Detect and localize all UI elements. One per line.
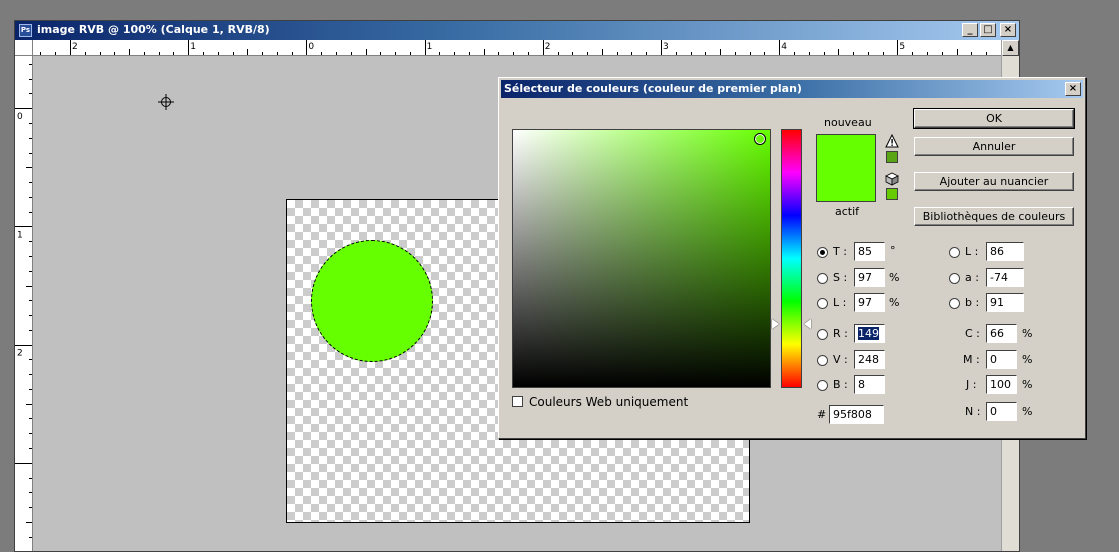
saturation-unit: %: [889, 271, 900, 284]
saturation-label: S :: [833, 271, 848, 284]
current-color-label: actif: [835, 205, 860, 218]
black-unit: %: [1022, 405, 1033, 418]
lab-a-label: a :: [965, 271, 979, 284]
ruler-label: 5: [899, 42, 905, 52]
dialog-title: Sélecteur de couleurs (couleur de premie…: [504, 82, 802, 95]
ruler-label: 2: [17, 349, 23, 359]
color-field-marker[interactable]: [754, 133, 766, 145]
brightness-label: L :: [833, 296, 847, 309]
hue-label: T :: [833, 245, 847, 258]
web-colors-only-checkbox[interactable]: [512, 396, 523, 407]
radio-saturation[interactable]: [817, 273, 828, 284]
cancel-button[interactable]: Annuler: [914, 137, 1074, 156]
yellow-label: J :: [966, 378, 977, 391]
red-label: R :: [833, 327, 848, 340]
scroll-up-arrow-icon[interactable]: ▲: [1002, 40, 1019, 56]
radio-lab-a[interactable]: [949, 273, 960, 284]
radio-red[interactable]: [817, 329, 828, 340]
horizontal-ruler[interactable]: 210123456: [33, 40, 1001, 56]
add-to-swatches-button[interactable]: Ajouter au nuancier: [914, 172, 1074, 191]
hue-input[interactable]: 85: [854, 242, 885, 261]
radio-lab-b[interactable]: [949, 298, 960, 309]
web-safe-swatch[interactable]: [886, 188, 898, 200]
hex-input[interactable]: 95f808: [829, 405, 884, 424]
horizontal-ruler-ticks: 210123456: [40, 40, 987, 55]
saturation-input[interactable]: 97: [854, 268, 885, 287]
color-picker-dialog: Sélecteur de couleurs (couleur de premie…: [498, 77, 1086, 439]
selected-circle[interactable]: [311, 240, 433, 362]
ruler-corner[interactable]: [15, 40, 33, 56]
hue-slider-left-arrow-icon[interactable]: [772, 319, 779, 329]
magenta-unit: %: [1022, 353, 1033, 366]
new-color-swatch: [816, 134, 876, 166]
yellow-input[interactable]: 100: [986, 375, 1017, 394]
dialog-close-button[interactable]: ×: [1065, 82, 1081, 96]
gamut-warning-icon[interactable]: [885, 134, 899, 148]
web-safe-cube-icon[interactable]: [885, 172, 899, 186]
color-libraries-button[interactable]: Bibliothèques de couleurs: [914, 207, 1074, 226]
web-colors-only-label[interactable]: Couleurs Web uniquement: [529, 395, 688, 409]
cyan-label: C :: [965, 327, 980, 340]
radio-hue[interactable]: [817, 247, 828, 258]
ruler-label: 1: [17, 230, 23, 240]
ruler-label: 1: [190, 42, 196, 52]
ruler-label: 4: [781, 42, 787, 52]
ruler-label: 1: [427, 42, 433, 52]
red-input[interactable]: 149: [854, 324, 885, 343]
green-input[interactable]: 248: [854, 350, 885, 369]
radio-lab-l[interactable]: [949, 247, 960, 258]
black-label: N :: [965, 405, 981, 418]
radio-blue[interactable]: [817, 380, 828, 391]
cyan-input[interactable]: 66: [986, 324, 1017, 343]
vertical-ruler-ticks: 1012: [15, 64, 32, 538]
lab-l-input[interactable]: 86: [986, 242, 1024, 261]
lab-b-label: b :: [965, 296, 980, 309]
minimize-button[interactable]: _: [962, 23, 978, 37]
brightness-unit: %: [889, 296, 900, 309]
ok-button[interactable]: OK: [913, 108, 1075, 129]
gamut-warning-swatch[interactable]: [886, 151, 898, 163]
blue-label: B :: [833, 378, 848, 391]
ruler-label: 3: [663, 42, 669, 52]
hue-slider-right-arrow-icon[interactable]: [804, 319, 811, 329]
maximize-button[interactable]: □: [980, 23, 996, 37]
current-color-swatch[interactable]: [816, 166, 876, 202]
document-title-bar[interactable]: Ps image RVB @ 100% (Calque 1, RVB/8) _ …: [15, 21, 1019, 40]
lab-b-input[interactable]: 91: [986, 293, 1024, 312]
radio-brightness[interactable]: [817, 298, 828, 309]
photoshop-icon: Ps: [19, 24, 32, 37]
hex-label: #: [817, 408, 827, 421]
document-title: image RVB @ 100% (Calque 1, RVB/8): [37, 23, 270, 36]
red-input-value[interactable]: 149: [858, 327, 879, 340]
ruler-label: 0: [17, 112, 23, 122]
dialog-title-bar[interactable]: Sélecteur de couleurs (couleur de premie…: [501, 80, 1083, 98]
radio-green[interactable]: [817, 355, 828, 366]
color-field[interactable]: [512, 129, 771, 388]
cyan-unit: %: [1022, 327, 1033, 340]
magenta-input[interactable]: 0: [986, 350, 1017, 369]
hue-slider[interactable]: [781, 129, 802, 388]
black-input[interactable]: 0: [986, 402, 1017, 421]
lab-a-input[interactable]: -74: [986, 268, 1024, 287]
window-controls: _ □ ×: [962, 23, 1016, 38]
crosshair-icon: [158, 94, 174, 110]
magenta-label: M :: [963, 353, 980, 366]
close-button[interactable]: ×: [1000, 23, 1016, 37]
green-label: V :: [833, 353, 848, 366]
yellow-unit: %: [1022, 378, 1033, 391]
new-color-label: nouveau: [824, 116, 872, 129]
lab-l-label: L :: [965, 245, 979, 258]
ruler-label: 2: [72, 42, 78, 52]
ruler-label: 0: [308, 42, 314, 52]
blue-input[interactable]: 8: [854, 375, 885, 394]
ruler-label: 2: [545, 42, 551, 52]
hue-unit: °: [890, 244, 896, 257]
vertical-ruler[interactable]: 1012: [15, 56, 33, 551]
brightness-input[interactable]: 97: [854, 293, 885, 312]
